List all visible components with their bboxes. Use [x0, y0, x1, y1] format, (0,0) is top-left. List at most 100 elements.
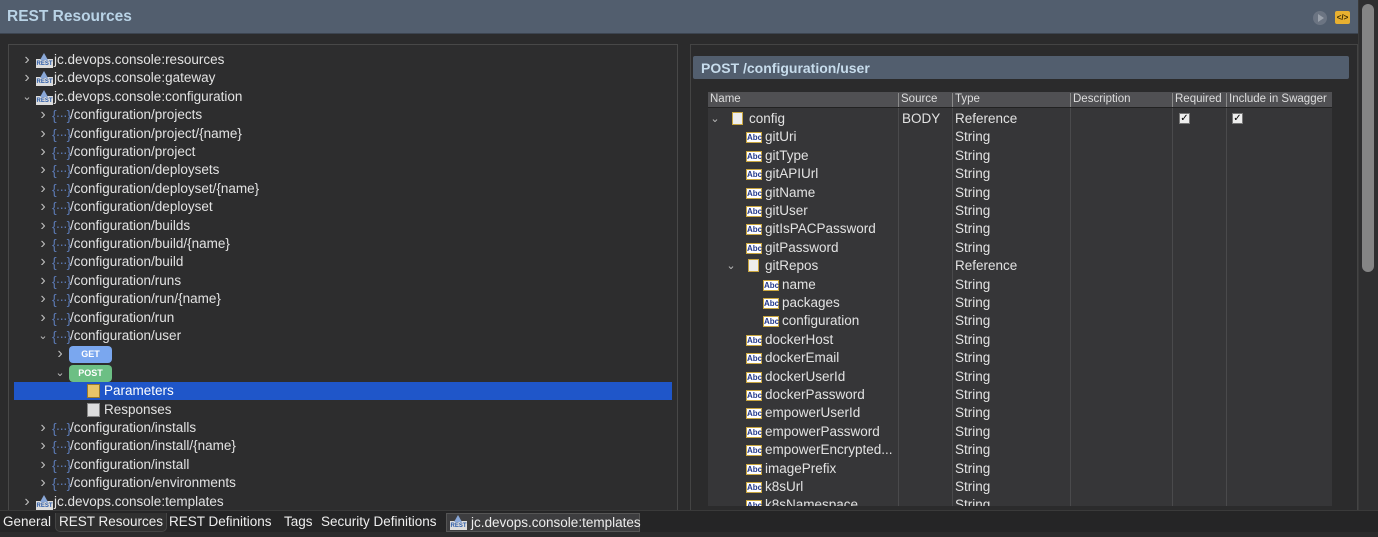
tree-item[interactable]: ⌄ POST: [9, 364, 669, 382]
tree-item[interactable]: › {···}/configuration/runs: [9, 272, 669, 290]
tab-security-definitions[interactable]: Security Definitions: [318, 513, 440, 532]
param-type: String: [955, 350, 991, 366]
table-row[interactable]: ⌄ gitRepos Reference: [708, 257, 1332, 275]
chevron-right-icon[interactable]: ›: [38, 290, 48, 308]
table-row[interactable]: Abc dockerPassword String: [708, 386, 1332, 404]
chevron-right-icon[interactable]: ›: [38, 161, 48, 179]
chevron-down-icon[interactable]: ⌄: [38, 327, 48, 345]
column-header-type[interactable]: Type: [952, 93, 980, 107]
table-row[interactable]: Abc gitType String: [708, 147, 1332, 165]
string-type-icon: Abc: [746, 408, 763, 420]
tree-item[interactable]: Responses: [9, 401, 669, 419]
tree-item[interactable]: › {···}/configuration/deploysets: [9, 161, 669, 179]
chevron-right-icon[interactable]: ›: [38, 456, 48, 474]
chevron-right-icon[interactable]: ›: [38, 198, 48, 216]
get-method-badge[interactable]: GET: [69, 346, 112, 364]
column-header-include-in-swagger[interactable]: Include in Swagger: [1226, 93, 1327, 107]
chevron-down-icon[interactable]: ⌄: [726, 257, 736, 275]
tab-general[interactable]: General: [0, 513, 54, 532]
chevron-right-icon[interactable]: ›: [22, 69, 32, 87]
chevron-right-icon[interactable]: ›: [38, 235, 48, 253]
required-checkbox[interactable]: ✓: [1179, 113, 1190, 124]
column-header-description[interactable]: Description: [1070, 93, 1131, 107]
scrollbar-thumb[interactable]: [1362, 4, 1374, 272]
chevron-right-icon[interactable]: ›: [55, 345, 65, 363]
tree-item[interactable]: › REST jc.devops.console:gateway: [9, 69, 669, 87]
chevron-right-icon[interactable]: ›: [38, 217, 48, 235]
param-type: String: [955, 405, 991, 421]
tree-item[interactable]: › {···}/configuration/builds: [9, 217, 669, 235]
table-row[interactable]: Abc gitAPIUrl String: [708, 165, 1332, 183]
table-row[interactable]: Abc name String: [708, 276, 1332, 294]
chevron-down-icon[interactable]: ⌄: [22, 88, 32, 106]
chevron-right-icon[interactable]: ›: [38, 309, 48, 327]
rest-api-icon: REST: [450, 515, 467, 530]
chevron-down-icon[interactable]: ⌄: [710, 110, 720, 128]
tree-item[interactable]: › {···}/configuration/run: [9, 309, 669, 327]
include-in-swagger-checkbox[interactable]: ✓: [1232, 113, 1243, 124]
tab-rest-definitions[interactable]: REST Definitions: [166, 513, 275, 532]
tree-item[interactable]: › {···}/configuration/run/{name}: [9, 290, 669, 308]
tree-item[interactable]: ⌄ {···}/configuration/user: [9, 327, 669, 345]
bottom-tabs: General REST Resources REST Definitions Tag…: [0, 510, 1378, 532]
tree-item[interactable]: › {···}/configuration/installs: [9, 419, 669, 437]
tree-item[interactable]: › {···}/configuration/deployset: [9, 198, 669, 216]
table-row[interactable]: Abc k8sNamespace String: [708, 496, 1332, 506]
table-row[interactable]: Abc gitUri String: [708, 128, 1332, 146]
tab-tags[interactable]: Tags: [281, 513, 316, 532]
chevron-right-icon[interactable]: ›: [38, 125, 48, 143]
chevron-right-icon[interactable]: ›: [38, 253, 48, 271]
table-row[interactable]: Abc gitName String: [708, 184, 1332, 202]
param-name: gitPassword: [765, 239, 839, 255]
tree-item[interactable]: Parameters: [14, 382, 672, 401]
table-row[interactable]: Abc packages String: [708, 294, 1332, 312]
table-row[interactable]: Abc k8sUrl String: [708, 478, 1332, 496]
chevron-right-icon[interactable]: ›: [38, 180, 48, 198]
tree-item[interactable]: › {···}/configuration/project/{name}: [9, 125, 669, 143]
tree-item[interactable]: › {···}/configuration/project: [9, 143, 669, 161]
table-row[interactable]: Abc dockerHost String: [708, 331, 1332, 349]
chevron-right-icon[interactable]: ›: [38, 474, 48, 492]
editor-tab-templates[interactable]: REST jc.devops.console:templates: [446, 513, 641, 532]
column-header-required[interactable]: Required: [1172, 93, 1222, 107]
resource-path-icon: {···}: [52, 144, 71, 160]
table-row[interactable]: Abc empowerPassword String: [708, 423, 1332, 441]
column-header-source[interactable]: Source: [898, 93, 937, 107]
code-folder-icon[interactable]: </>: [1335, 11, 1350, 24]
table-row[interactable]: Abc gitPassword String: [708, 239, 1332, 257]
column-header-name[interactable]: Name: [708, 93, 741, 107]
chevron-right-icon[interactable]: ›: [38, 106, 48, 124]
chevron-right-icon[interactable]: ›: [38, 272, 48, 290]
tree-item[interactable]: › GET: [9, 345, 669, 364]
table-row[interactable]: Abc gitIsPACPassword String: [708, 220, 1332, 238]
table-row[interactable]: Abc dockerUserId String: [708, 368, 1332, 386]
play-icon[interactable]: [1313, 11, 1327, 25]
tree-item[interactable]: › {···}/configuration/build: [9, 253, 669, 271]
table-row[interactable]: Abc configuration String: [708, 312, 1332, 330]
chevron-down-icon[interactable]: ⌄: [55, 364, 65, 382]
tree-item[interactable]: ⌄ REST jc.devops.console:configuration: [9, 88, 669, 106]
tree-item[interactable]: › {···}/configuration/projects: [9, 106, 669, 124]
tree-item[interactable]: › {···}/configuration/build/{name}: [9, 235, 669, 253]
string-type-icon: Abc: [746, 371, 763, 383]
chevron-right-icon[interactable]: ›: [38, 143, 48, 161]
chevron-right-icon[interactable]: ›: [38, 419, 48, 437]
chevron-right-icon[interactable]: ›: [22, 51, 32, 69]
tab-rest-resources[interactable]: REST Resources: [55, 513, 168, 532]
tree-item[interactable]: › {···}/configuration/install/{name}: [9, 437, 669, 455]
table-row[interactable]: Abc imagePrefix String: [708, 460, 1332, 478]
tree-item[interactable]: › REST jc.devops.console:templates: [9, 493, 669, 511]
post-method-badge[interactable]: POST: [69, 364, 112, 382]
tree-item[interactable]: › REST jc.devops.console:resources: [9, 51, 669, 69]
tree-item[interactable]: › {···}/configuration/install: [9, 456, 669, 474]
table-row[interactable]: Abc empowerEncrypted... String: [708, 441, 1332, 459]
table-row[interactable]: Abc empowerUserId String: [708, 404, 1332, 422]
table-row[interactable]: ⌄ config BODY Reference ✓ ✓: [708, 110, 1332, 128]
param-type: String: [955, 166, 991, 182]
tree-item[interactable]: › {···}/configuration/environments: [9, 474, 669, 492]
tree-item[interactable]: › {···}/configuration/deployset/{name}: [9, 180, 669, 198]
chevron-right-icon[interactable]: ›: [22, 493, 32, 511]
table-row[interactable]: Abc gitUser String: [708, 202, 1332, 220]
table-row[interactable]: Abc dockerEmail String: [708, 349, 1332, 367]
chevron-right-icon[interactable]: ›: [38, 437, 48, 455]
